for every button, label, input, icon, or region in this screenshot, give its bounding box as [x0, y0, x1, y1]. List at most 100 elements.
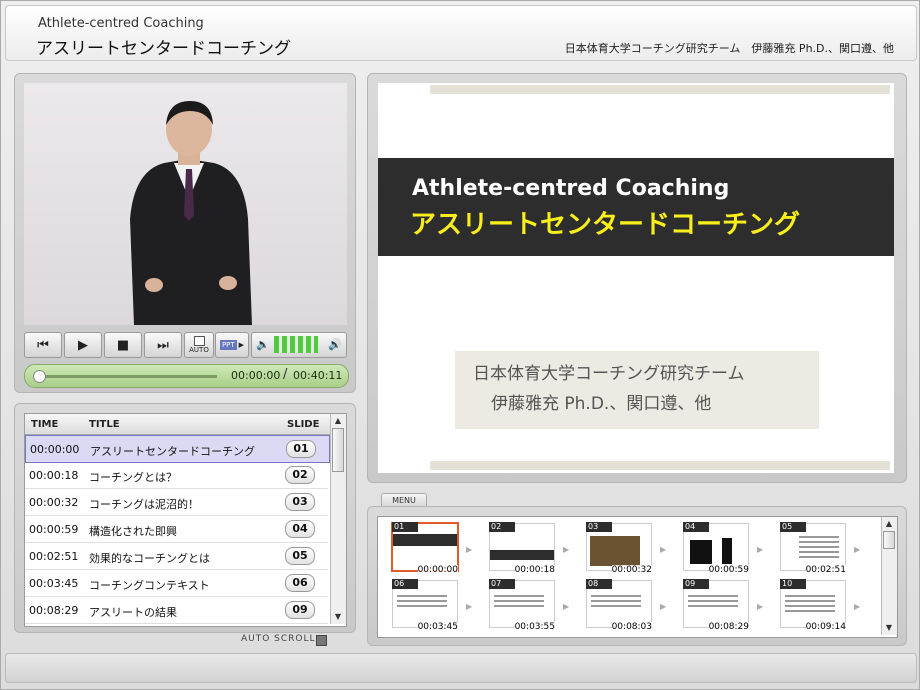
thumbnail-number: 04: [683, 522, 709, 532]
ppt-label: PPT: [219, 340, 237, 350]
menu-scrollbar[interactable]: ▲ ▼: [881, 517, 897, 635]
play-icon: ▶: [78, 337, 88, 353]
column-title: TITLE: [89, 419, 120, 430]
thumbnail-time: 00:00:00: [417, 565, 458, 575]
volume-level-bars[interactable]: [274, 336, 318, 353]
video-player[interactable]: [24, 83, 347, 325]
thumbnail-time: 00:00:59: [708, 565, 749, 575]
seek-track[interactable]: [39, 375, 217, 378]
thumbnail-number: 07: [489, 579, 515, 589]
thumbnail-number: 09: [683, 579, 709, 589]
thumbnail-time: 00:02:51: [805, 565, 846, 575]
scroll-thumb[interactable]: [883, 531, 895, 549]
thumb-piano: [690, 540, 712, 564]
slide-subtitle-authors: 伊藤雅充 Ph.D.、関口遵、他: [491, 394, 712, 414]
arrow-right-icon: ▶: [660, 545, 667, 554]
thumb-text-lines: [591, 595, 641, 597]
chapter-time: 00:03:45: [29, 577, 79, 590]
chapter-row[interactable]: 00:00:32 コーチングは泥沼的！ 03: [25, 489, 328, 516]
time-separator: /: [283, 367, 288, 382]
slide-bottom-bar: [430, 461, 890, 470]
skip-forward-button[interactable]: ⏭: [144, 332, 182, 358]
skip-forward-icon: ⏭: [157, 337, 169, 353]
scroll-down-icon[interactable]: ▼: [332, 611, 344, 623]
skip-back-button[interactable]: ⏮: [24, 332, 62, 358]
scroll-down-icon[interactable]: ▼: [883, 622, 895, 634]
slide-thumbnail[interactable]: 06 00:03:45: [390, 578, 460, 632]
play-button[interactable]: ▶: [64, 332, 102, 358]
auto-toggle-button[interactable]: AUTO: [184, 332, 214, 358]
chapter-row[interactable]: 00:00:59 構造化された即興 04: [25, 516, 328, 543]
slide-thumbnail[interactable]: 04 00:00:59: [681, 521, 751, 575]
menu-panel: 01 00:00:00 ▶ 02 00:00:18 ▶ 03 00:00:32 …: [367, 506, 907, 646]
slide-thumbnail[interactable]: 02 00:00:18: [487, 521, 557, 575]
chapter-time: 00:00:59: [29, 523, 79, 536]
chapter-title: 構造化された即興: [89, 525, 177, 538]
chapter-title: コーチングとは？: [89, 471, 177, 484]
slide-thumbnail[interactable]: 10 00:09:14: [778, 578, 848, 632]
chapter-row[interactable]: 00:02:51 効果的なコーチングとは 05: [25, 543, 328, 570]
thumbnail-time: 00:03:45: [417, 622, 458, 632]
volume-control[interactable]: 🔈 🔊: [251, 332, 347, 358]
column-slide: SLIDE: [287, 419, 320, 430]
thumbnail-number: 02: [489, 522, 515, 532]
menu-tab[interactable]: MENU: [381, 493, 427, 507]
header-authors: 日本体育大学コーチング研究チーム 伊藤雅充 Ph.D.、関口遵、他: [564, 42, 894, 55]
scroll-up-icon[interactable]: ▲: [332, 415, 344, 427]
thumbnail-number: 01: [392, 522, 418, 532]
chapter-row[interactable]: 00:00:18 コーチングとは？ 02: [25, 462, 328, 489]
scroll-up-icon[interactable]: ▲: [883, 518, 895, 530]
thumb-band: [490, 550, 554, 560]
stop-icon: ■: [116, 337, 130, 353]
stop-button[interactable]: ■: [104, 332, 142, 358]
volume-high-icon: 🔊: [328, 338, 342, 351]
auto-scroll-toggle[interactable]: [316, 635, 327, 646]
slide-subtitle-org: 日本体育大学コーチング研究チーム: [473, 364, 745, 384]
chapter-row[interactable]: 00:00:00 アスリートセンタードコーチング 01: [25, 435, 330, 463]
seek-bar[interactable]: 00:00:00 / 00:40:11: [24, 364, 349, 388]
thumb-text-lines: [799, 536, 839, 538]
thumb-photo: [590, 536, 640, 566]
thumbnail-number: 05: [780, 522, 806, 532]
chapter-time: 00:00:00: [30, 443, 80, 456]
slide-thumbnail[interactable]: 03 00:00:32: [584, 521, 654, 575]
chapter-slide-badge: 01: [286, 440, 316, 458]
chapter-row[interactable]: 00:03:45 コーチングコンテキスト 06: [25, 570, 328, 597]
slide-thumbnail-menu: 01 00:00:00 ▶ 02 00:00:18 ▶ 03 00:00:32 …: [377, 516, 898, 638]
slide-thumbnail[interactable]: 05 00:02:51: [778, 521, 848, 575]
chapter-row[interactable]: 00:08:29 アスリートの結果 09: [25, 597, 328, 624]
chapter-title: 効果的なコーチングとは: [89, 552, 210, 565]
slide-thumbnail[interactable]: 09 00:08:29: [681, 578, 751, 632]
chapter-title: コーチングは泥沼的！: [89, 498, 199, 511]
seek-knob[interactable]: [33, 370, 46, 383]
thumbnail-time: 00:03:55: [514, 622, 555, 632]
thumb-title-band: [393, 534, 457, 546]
chapter-slide-badge: 09: [285, 601, 315, 619]
slide-thumbnail[interactable]: 01 00:00:00: [390, 521, 460, 575]
thumbnail-time: 00:00:32: [611, 565, 652, 575]
chapter-title: コーチングコンテキスト: [89, 579, 210, 592]
thumb-text-lines: [397, 595, 447, 597]
header-title-jp: アスリートセンタードコーチング: [36, 39, 291, 59]
slide-panel: Athlete-centred Coaching アスリートセンタードコーチング…: [367, 73, 907, 483]
slide-thumbnail[interactable]: 07 00:03:55: [487, 578, 557, 632]
scroll-thumb[interactable]: [332, 428, 344, 472]
ppt-toggle-button[interactable]: PPT ▶: [215, 332, 249, 358]
chapter-scrollbar[interactable]: ▲ ▼: [330, 414, 346, 624]
chapter-list: TIME TITLE SLIDE 00:00:00 アスリートセンタードコーチン…: [24, 413, 347, 627]
arrow-right-icon: ▶: [466, 602, 473, 611]
chapter-slide-badge: 03: [285, 493, 315, 511]
chapter-slide-badge: 04: [285, 520, 315, 538]
arrow-right-icon: ▶: [660, 602, 667, 611]
triangle-right-icon: ▶: [238, 341, 245, 349]
thumbnail-number: 06: [392, 579, 418, 589]
slide-thumbnail[interactable]: 08 00:08:03: [584, 578, 654, 632]
slide-title-jp: アスリートセンタードコーチング: [410, 210, 801, 240]
arrow-right-icon: ▶: [854, 602, 861, 611]
footer-bar: [5, 653, 917, 683]
chapter-slide-badge: 05: [285, 547, 315, 565]
auto-label: AUTO: [189, 346, 209, 354]
chapter-time: 00:00:18: [29, 469, 79, 482]
slide-top-bar: [430, 85, 890, 94]
chapter-list-header: TIME TITLE SLIDE: [25, 414, 330, 435]
